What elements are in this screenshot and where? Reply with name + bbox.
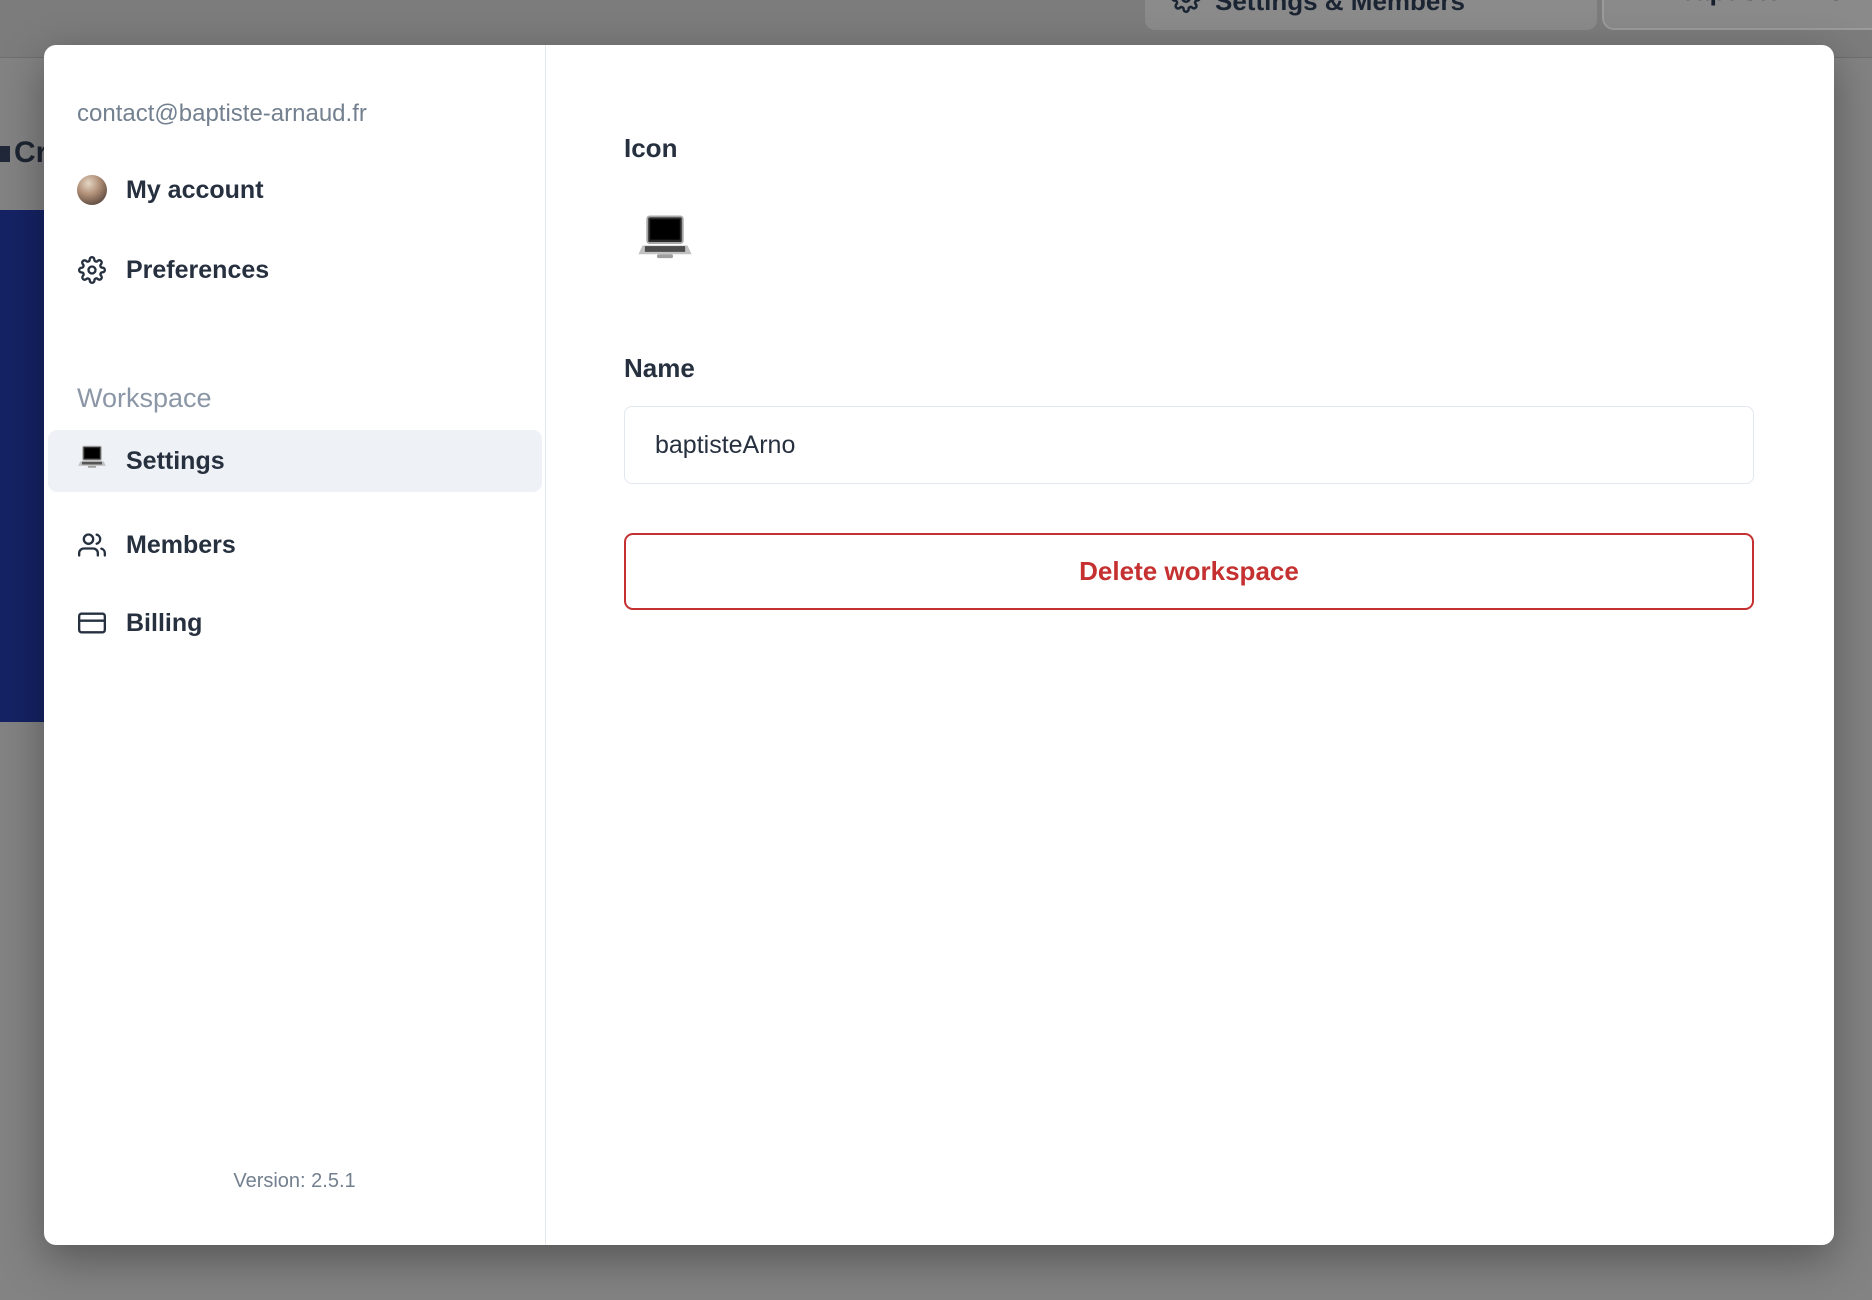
credit-card-icon [77, 608, 107, 638]
screen: Settings & Members baptisteArno Cr C con… [0, 0, 1872, 1300]
sidebar-item-members[interactable]: Members [44, 515, 545, 575]
sidebar-item-preferences[interactable]: Preferences [44, 240, 545, 300]
gear-icon [1171, 0, 1201, 20]
name-section-heading: Name [624, 353, 695, 383]
laptop-icon [1624, 0, 1662, 11]
backdrop-icon-fragment [0, 146, 10, 162]
user-avatar [77, 175, 107, 205]
sidebar-item-label: Preferences [126, 255, 270, 284]
workspace-section-heading: Workspace [77, 383, 212, 413]
users-icon [77, 530, 107, 560]
laptop-icon [77, 445, 107, 478]
settings-members-label: Settings & Members [1215, 0, 1465, 16]
icon-section-heading: Icon [624, 133, 678, 163]
sidebar-item-label: Members [126, 530, 236, 559]
sidebar-item-label: Billing [126, 608, 203, 637]
delete-workspace-button[interactable]: Delete workspace [624, 533, 1754, 610]
workspace-settings-modal: contact@baptiste-arnaud.fr My account Pr… [44, 45, 1834, 1245]
settings-members-button[interactable]: Settings & Members [1145, 0, 1597, 30]
app-version: Version: 2.5.1 [233, 1170, 356, 1192]
workspace-switcher-label: baptisteArno [1678, 0, 1845, 7]
gear-icon [77, 255, 107, 285]
workspace-name-input[interactable] [624, 406, 1754, 484]
backdrop-create-button-fragment: Cr [14, 136, 48, 169]
sidebar-item-settings[interactable]: Settings [48, 430, 542, 492]
sidebar-item-label: My account [126, 175, 264, 204]
workspace-icon-button[interactable] [632, 207, 698, 273]
sidebar-item-my-account[interactable]: My account [44, 160, 545, 220]
account-email: contact@baptiste-arnaud.fr [77, 100, 367, 127]
sidebar-item-label: Settings [126, 446, 225, 475]
sidebar-item-billing[interactable]: Billing [44, 593, 545, 653]
settings-sidebar: contact@baptiste-arnaud.fr My account Pr… [44, 45, 546, 1245]
workspace-switcher-button[interactable]: baptisteArno [1602, 0, 1872, 30]
laptop-icon [636, 214, 694, 267]
workspace-settings-panel: Icon Name Delete workspace [546, 45, 1834, 1245]
